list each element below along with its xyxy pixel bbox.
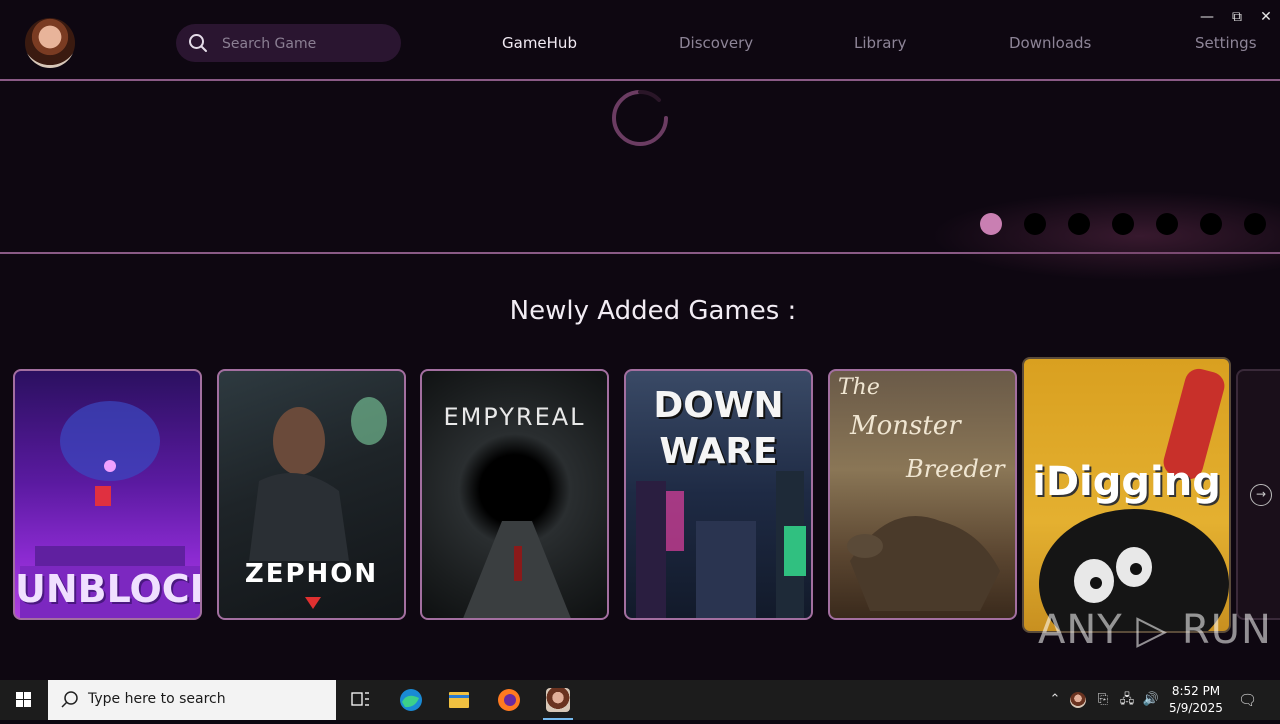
game-title-line2: Monster: [850, 411, 961, 441]
featured-banner: [0, 81, 1280, 281]
user-avatar[interactable]: [25, 18, 75, 68]
search-box[interactable]: [176, 24, 401, 64]
network-icon[interactable]: 🖧: [1118, 690, 1136, 710]
carousel-dot-5[interactable]: [1156, 213, 1178, 235]
clock[interactable]: 8:52 PM 5/9/2025: [1166, 683, 1226, 717]
carousel-dot-6[interactable]: [1200, 213, 1222, 235]
game-title: UNBLOCK: [15, 567, 202, 611]
search-icon: [61, 691, 78, 708]
game-card-idigging[interactable]: iDigging: [1022, 357, 1231, 633]
monster-breeder-art: [847, 516, 1000, 611]
volume-icon[interactable]: 🔊: [1142, 690, 1160, 710]
header: GameHub Discovery Library Downloads Sett…: [0, 0, 1280, 81]
notification-icon[interactable]: 🗨: [1238, 690, 1257, 710]
gamehub-taskbar-icon[interactable]: [534, 680, 582, 720]
game-title: EMPYREAL: [443, 403, 586, 431]
game-title: iDigging: [1032, 459, 1221, 505]
nav-discovery[interactable]: Discovery: [679, 34, 753, 52]
taskbar: Type here to search ⌃ ⎘ 🖧 🔊 8:52 PM 5/9/…: [0, 680, 1280, 720]
tray-avatar-icon[interactable]: [1070, 690, 1088, 710]
loading-spinner-icon: [612, 89, 668, 146]
windows-logo-icon: [16, 692, 31, 707]
nav-gamehub[interactable]: GameHub: [502, 34, 577, 52]
game-card-zephon[interactable]: ZEPHON: [217, 369, 406, 620]
nav-settings[interactable]: Settings: [1195, 34, 1257, 52]
carousel-dot-4[interactable]: [1112, 213, 1134, 235]
game-title-line1: The: [838, 375, 880, 400]
carousel-dot-2[interactable]: [1024, 213, 1046, 235]
close-button[interactable]: ✕: [1255, 6, 1277, 28]
game-title-line3: Breeder: [906, 455, 1005, 483]
firefox-icon[interactable]: [485, 680, 533, 720]
carousel-dot-3[interactable]: [1068, 213, 1090, 235]
game-card-unblock[interactable]: UNBLOCK: [13, 369, 202, 620]
search-input[interactable]: [220, 24, 394, 64]
start-button[interactable]: [0, 680, 48, 720]
app-window: GameHub Discovery Library Downloads Sett…: [0, 0, 1280, 680]
section-title: Newly Added Games :: [509, 296, 797, 326]
edge-glyph: [400, 689, 422, 711]
taskbar-search-placeholder: Type here to search: [88, 691, 226, 707]
next-arrow-icon[interactable]: →: [1250, 484, 1272, 506]
watermark-logo: ANY ▷ RUN: [1038, 607, 1272, 653]
game-title-line1: DOWN: [653, 385, 784, 426]
file-explorer-icon[interactable]: [435, 680, 483, 720]
nav-library[interactable]: Library: [854, 34, 906, 52]
game-title: ZEPHON: [244, 559, 379, 589]
app-avatar-icon: [546, 688, 570, 712]
task-view-icon[interactable]: [336, 680, 384, 720]
device-icon[interactable]: ⎘: [1094, 690, 1112, 710]
dots-glow: [930, 191, 1280, 281]
restore-button[interactable]: ⧉: [1226, 6, 1248, 28]
folder-glyph: [449, 692, 469, 708]
game-card-monster-breeder[interactable]: The Monster Breeder: [828, 369, 1017, 620]
taskbar-search[interactable]: Type here to search: [48, 680, 336, 720]
edge-icon[interactable]: [387, 680, 435, 720]
carousel-dot-7[interactable]: [1244, 213, 1266, 235]
firefox-glyph: [498, 689, 520, 711]
game-card-downware[interactable]: DOWN WARE: [624, 369, 813, 620]
carousel-dot-1[interactable]: [980, 213, 1002, 235]
game-title-line2: WARE: [659, 431, 778, 472]
clock-time: 8:52 PM: [1171, 684, 1221, 698]
minimize-button[interactable]: —: [1196, 6, 1218, 28]
game-card-empyreal[interactable]: EMPYREAL: [420, 369, 609, 620]
search-icon: [189, 34, 207, 52]
task-view-glyph: [351, 692, 369, 706]
nav-downloads[interactable]: Downloads: [1009, 34, 1091, 52]
clock-date: 5/9/2025: [1169, 701, 1223, 715]
chevron-up-icon[interactable]: ⌃: [1046, 690, 1064, 710]
